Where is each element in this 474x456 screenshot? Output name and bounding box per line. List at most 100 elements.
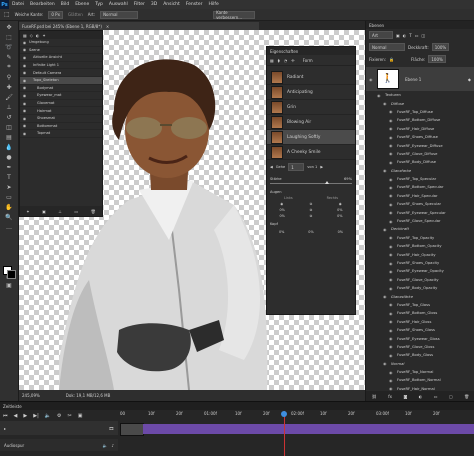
type-filter-icon[interactable]: T [409,33,411,38]
new-layer-icon[interactable]: ▢ [449,394,453,399]
texture-group-row[interactable]: ◉ Diffuse [366,99,474,107]
texture-row[interactable]: ◉ FuseRF_Glove_Gloss [366,343,474,351]
eraser-tool-icon[interactable]: ◫ [4,123,14,131]
visibility-eye-icon[interactable]: ◉ [389,143,394,148]
texture-row[interactable]: ◉ FuseRF_Glove_Opacity [366,276,474,284]
menu-typ[interactable]: Typ [95,2,103,7]
menu-3d[interactable]: 3D [151,2,157,7]
render-icon[interactable]: ▣ [42,209,46,214]
strength-slider[interactable] [270,181,352,184]
strength-slider-thumb[interactable] [324,181,329,184]
form-tab-label[interactable]: Form [303,58,313,63]
crop-tool-icon[interactable]: ⌗ [4,63,14,71]
close-tab-icon[interactable]: × [106,24,109,29]
visibility-eye-icon[interactable]: ◉ [383,168,388,173]
visibility-eye-icon[interactable]: ◉ [22,131,27,136]
light-filter-icon[interactable]: ✦ [42,33,45,38]
texture-row[interactable]: ◉ FuseRF_Shoes_Gloss [366,326,474,334]
brush-tool-icon[interactable]: 🖌 [4,93,14,101]
texture-row[interactable]: ◉ FuseRF_Top_Gloss [366,301,474,309]
eye-right-value[interactable]: 0% [337,208,342,212]
visibility-eye-icon[interactable]: ◉ [22,47,27,52]
split-icon[interactable]: ✂ [67,413,71,419]
texture-row[interactable]: ◉ FuseRF_Shoes_Opacity [366,259,474,267]
visibility-eye-icon[interactable]: ◉ [389,370,394,375]
track-expand-icon[interactable]: ▸ [4,426,6,431]
prev-frame-icon[interactable]: ◀ [270,165,273,169]
transition-icon[interactable]: ▣ [78,413,83,419]
refine-edge-button[interactable]: Kante verbessern... [213,10,256,20]
visibility-eye-icon[interactable]: ◉ [389,378,394,383]
eye-right-value-2[interactable]: 0% [337,214,342,218]
material-filter-icon[interactable]: ◐ [36,33,40,38]
zoom-readout[interactable]: 245,09% [22,393,40,398]
visibility-eye-icon[interactable]: ◉ [389,135,394,140]
texture-row[interactable]: ◉ FuseRF_Bottom_Diffuse [366,116,474,124]
menu-filter[interactable]: Filter [134,2,145,7]
morph-item-cheeky-smile[interactable]: A Cheeky Smile [267,145,355,160]
more-tools-icon[interactable]: … [4,223,14,231]
eye-link-icon-3[interactable]: ⧉ [310,214,312,218]
visibility-eye-icon[interactable]: ◉ [389,336,394,341]
textures-header[interactable]: ◉ Texturen [366,91,474,99]
visibility-eye-icon[interactable]: ◉ [389,277,394,282]
eye-link-icon[interactable]: ⧉ [310,202,312,206]
scene-item-glovemat[interactable]: ◉ Glovemat [20,100,102,108]
blur-tool-icon[interactable]: 💧 [4,143,14,151]
morph-item-blowing-air[interactable]: Blowing Air [267,115,355,130]
texture-row[interactable]: ◉ FuseRF_Shoes_Specular [366,200,474,208]
visibility-eye-icon[interactable]: ◉ [389,177,394,182]
healing-tool-icon[interactable]: ✚ [4,83,14,91]
texture-row[interactable]: ◉ FuseRF_Bottom_Normal [366,376,474,384]
timeline-ruler[interactable]: 00 10f 20f 01:00f 10f 20f 02:00f 10f 20f… [120,411,474,419]
visibility-eye-icon[interactable]: ◉ [389,126,394,131]
document-tab[interactable]: FuseRF.psd bei 245% (Ebene 1, RGB/8*) × [19,22,259,30]
zoom-tool-icon[interactable]: 🔍 [4,213,14,221]
shape-tool-icon[interactable]: ▭ [4,193,14,201]
clip-thumbnail[interactable] [120,423,144,436]
adjust-filter-icon[interactable]: ◐ [403,33,407,38]
visibility-eye-icon[interactable]: ◉ [389,244,394,249]
eye-left-value-2[interactable]: 0% [279,214,284,218]
visibility-eye-icon[interactable]: ◉ [389,235,394,240]
texture-row[interactable]: ◉ FuseRF_Bottom_Gloss [366,309,474,317]
morph-item-anticipating[interactable]: Anticipating [267,85,355,100]
audio-add-icon[interactable]: ♪ [111,443,114,448]
texture-row[interactable]: ◉ FuseRF_Glove_Specular [366,217,474,225]
visibility-eye-icon[interactable]: ◉ [389,319,394,324]
type-tool-icon[interactable]: T [4,173,14,181]
next-frame-icon[interactable]: ▶| [33,413,39,419]
layers-tab[interactable]: Ebenen [366,21,474,29]
menu-ansicht[interactable]: Ansicht [163,2,180,7]
light-add-icon[interactable]: ✦ [26,209,29,214]
pen-tool-icon[interactable]: ✒ [4,163,14,171]
blend-mode-select[interactable]: Normal [369,43,405,51]
lock-icon[interactable]: 🔒 [389,57,394,62]
visibility-eye-icon[interactable]: ◉ [22,101,27,106]
frame-field[interactable]: 1 [288,163,305,171]
menu-hilfe[interactable]: Hilfe [209,2,219,7]
texture-row[interactable]: ◉ FuseRF_Bottom_Specular [366,183,474,191]
head-value-2[interactable]: 0% [308,230,313,234]
visibility-eye-icon[interactable]: ◉ [22,123,27,128]
texture-row[interactable]: ◉ FuseRF_Eyewear_Specular [366,208,474,216]
smart-filter-icon[interactable]: ◫ [422,33,426,38]
visibility-eye-icon[interactable]: ◉ [389,252,394,257]
mesh-filter-icon[interactable]: ◇ [30,33,33,38]
visibility-eye-icon[interactable]: ◉ [383,294,388,299]
visibility-eye-icon[interactable]: ◉ [389,160,394,165]
visibility-eye-icon[interactable]: ◉ [389,118,394,123]
visibility-eye-icon[interactable]: ◉ [389,269,394,274]
fx-icon[interactable]: fx [388,394,392,399]
texture-row[interactable]: ◉ FuseRF_Top_Opacity [366,234,474,242]
texture-row[interactable]: ◉ FuseRF_Glove_Diffuse [366,150,474,158]
texture-row[interactable]: ◉ FuseRF_Eyewear_Gloss [366,334,474,342]
layer-row-ebene-1[interactable]: ◉ 🚶 Ebene 1 ◆ [366,67,474,91]
visibility-eye-icon[interactable]: ◉ [22,116,27,121]
audio-track-header[interactable]: Audiospur 🔈 ♪ [0,439,118,451]
texture-row[interactable]: ◉ FuseRF_Bottom_Opacity [366,242,474,250]
audio-icon[interactable]: 🔈 [45,413,51,419]
kind-filter-select[interactable]: Art [369,31,393,39]
visibility-eye-icon[interactable]: ◉ [389,286,394,291]
eye-link-icon-2[interactable]: ⧉ [310,208,312,212]
